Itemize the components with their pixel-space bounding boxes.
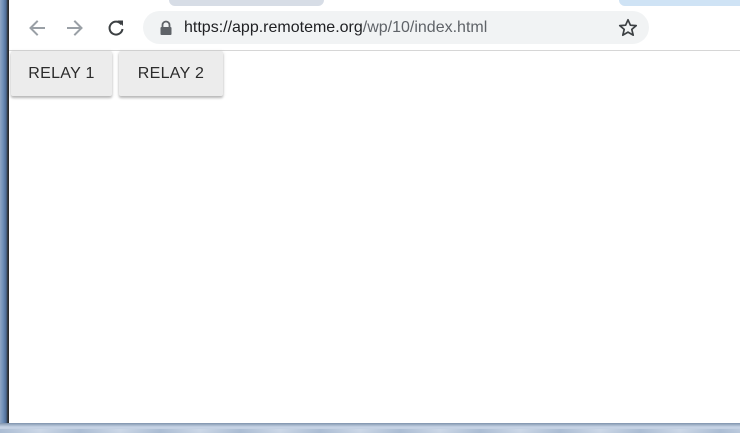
- address-bar[interactable]: https://app.remoteme.org/wp/10/index.htm…: [143, 11, 649, 44]
- bookmark-button[interactable]: [617, 17, 639, 39]
- page-content: RELAY 1 RELAY 2: [9, 51, 740, 423]
- url-path: /wp/10/index.html: [362, 19, 488, 36]
- url-host: https://app.remoteme.org: [184, 19, 363, 36]
- window-bottom-border: [0, 423, 740, 433]
- back-button[interactable]: [23, 14, 51, 42]
- url-text[interactable]: https://app.remoteme.org/wp/10/index.htm…: [184, 18, 487, 37]
- browser-toolbar: https://app.remoteme.org/wp/10/index.htm…: [9, 6, 740, 51]
- arrow-right-icon: [67, 20, 83, 36]
- window-left-border: [0, 0, 9, 433]
- forward-button[interactable]: [61, 14, 89, 42]
- relay-1-button[interactable]: RELAY 1: [11, 51, 112, 96]
- browser-window: https://app.remoteme.org/wp/10/index.htm…: [0, 0, 740, 433]
- reload-icon: [108, 20, 124, 36]
- reload-button[interactable]: [102, 14, 130, 42]
- arrow-left-icon: [29, 20, 45, 36]
- relay-2-button[interactable]: RELAY 2: [119, 51, 223, 96]
- star-icon: [618, 18, 638, 37]
- lock-icon[interactable]: [159, 20, 173, 36]
